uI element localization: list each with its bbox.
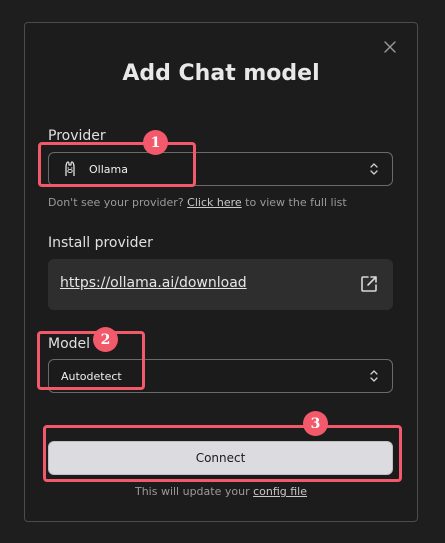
config-file-link[interactable]: config file: [253, 485, 307, 498]
install-url-link[interactable]: https://ollama.ai/download: [60, 275, 247, 291]
install-provider-label: Install provider: [48, 235, 153, 251]
provider-hint-prefix: Don't see your provider?: [48, 196, 184, 209]
provider-label: Provider: [48, 128, 106, 144]
step-badge-3: 3: [303, 411, 328, 436]
view-providers-link[interactable]: Click here: [187, 196, 242, 209]
chevron-up-down-icon: [370, 370, 378, 382]
step-badge-2: 2: [93, 327, 118, 352]
model-label: Model: [48, 336, 91, 352]
model-select[interactable]: Autodetect: [48, 359, 393, 393]
install-provider-box: https://ollama.ai/download: [48, 259, 393, 310]
provider-hint-suffix: to view the full list: [245, 196, 347, 209]
model-selected-value: Autodetect: [61, 369, 122, 383]
step-badge-1: 1: [143, 130, 168, 155]
close-icon[interactable]: [384, 41, 396, 53]
connect-button[interactable]: Connect: [48, 441, 393, 475]
update-note-prefix: This will update your: [134, 485, 250, 498]
provider-select[interactable]: Ollama: [48, 152, 393, 186]
dialog-title: Add Chat model: [122, 61, 320, 86]
close-button[interactable]: [380, 37, 400, 57]
provider-selected-value: Ollama: [89, 162, 128, 176]
provider-hint: Don't see your provider? Click here to v…: [48, 196, 347, 209]
ollama-llama-icon: [65, 161, 75, 176]
external-link-icon[interactable]: [359, 274, 379, 294]
update-note: This will update your config file: [25, 485, 417, 498]
chevron-up-down-icon: [370, 163, 378, 175]
add-chat-model-dialog: Add Chat model Provider Ollama Don't see…: [24, 22, 418, 522]
